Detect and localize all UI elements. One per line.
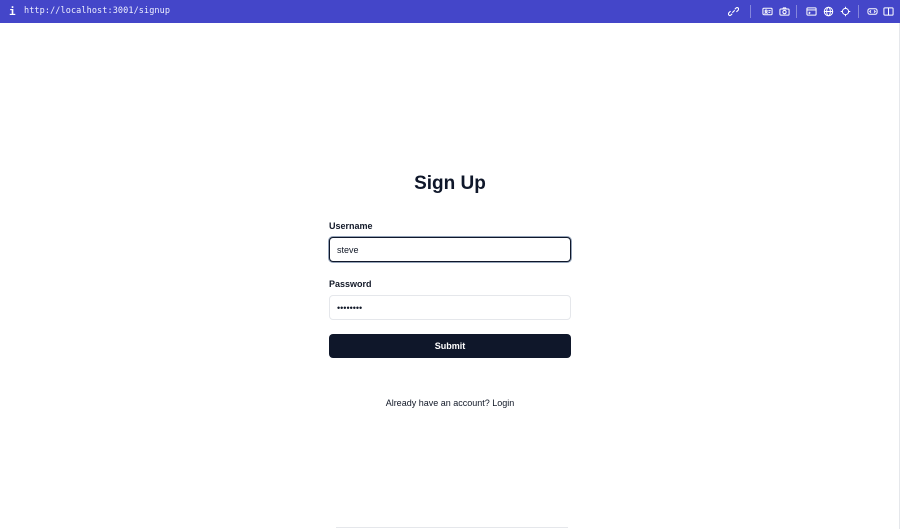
toolbar-divider — [796, 5, 797, 18]
page-title: Sign Up — [414, 173, 486, 194]
globe-icon[interactable] — [822, 5, 835, 18]
login-link[interactable]: Login — [492, 398, 514, 408]
toolbar-divider — [750, 5, 751, 18]
id-card-icon[interactable] — [761, 5, 774, 18]
password-input[interactable] — [329, 295, 571, 320]
password-label: Password — [329, 279, 372, 289]
crosshair-icon[interactable] — [839, 5, 852, 18]
submit-button[interactable]: Submit — [329, 334, 571, 358]
window-icon[interactable] — [805, 5, 818, 18]
browser-toolbar: i http://localhost:3001/signup — [0, 0, 900, 23]
footer-divider — [336, 527, 568, 528]
login-prompt-text: Already have an account? — [385, 398, 490, 408]
info-icon[interactable]: i — [9, 5, 16, 18]
link-icon[interactable] — [727, 5, 740, 18]
login-prompt-line: Already have an account? Login — [0, 397, 900, 409]
username-input[interactable] — [329, 237, 571, 262]
camera-icon[interactable] — [778, 5, 791, 18]
code-icon[interactable] — [866, 5, 879, 18]
address-bar[interactable]: http://localhost:3001/signup — [24, 5, 170, 18]
username-label: Username — [329, 221, 373, 231]
toolbar-divider — [858, 5, 859, 18]
split-panel-icon[interactable] — [882, 5, 895, 18]
